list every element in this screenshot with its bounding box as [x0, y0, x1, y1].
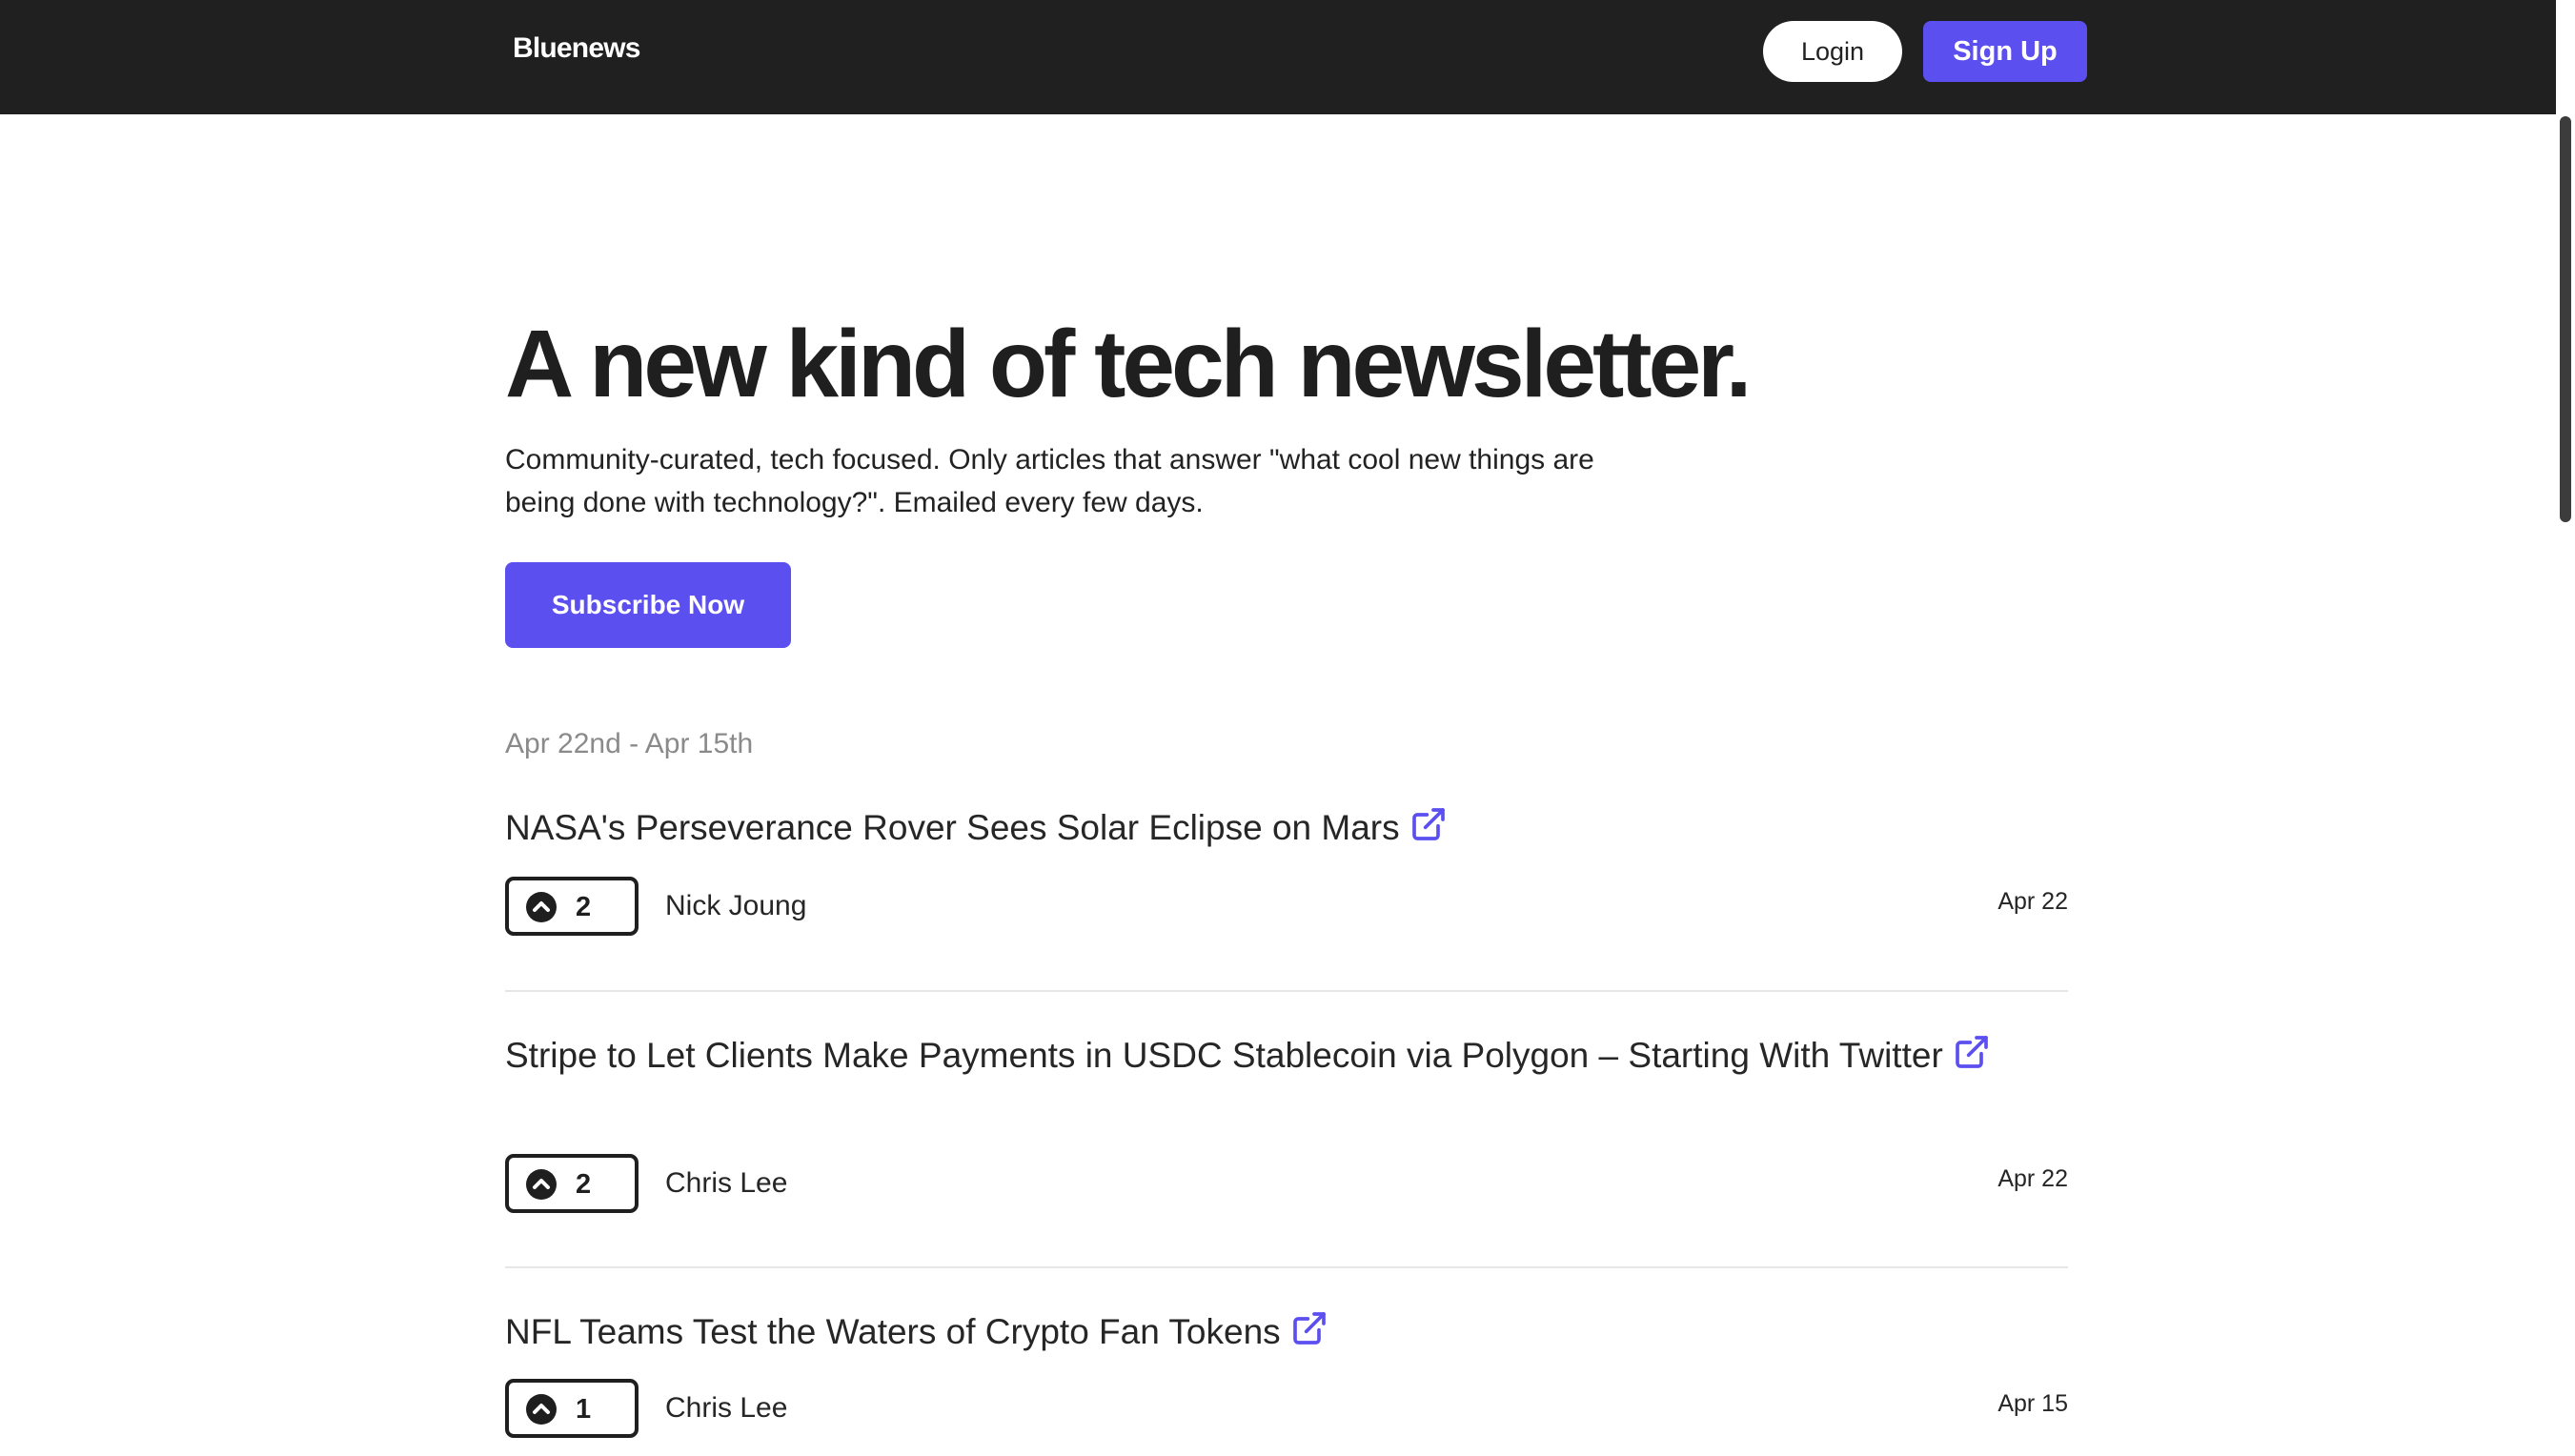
article-date: Apr 22 — [1997, 1165, 2068, 1192]
article-author: Nick Joung — [665, 890, 807, 921]
scrollbar-thumb[interactable] — [2560, 116, 2571, 522]
article-title-row: NASA's Perseverance Rover Sees Solar Ecl… — [505, 802, 1992, 854]
article-date: Apr 22 — [1997, 888, 2068, 915]
article-divider — [505, 1266, 2068, 1268]
external-link-icon[interactable] — [1953, 1033, 1991, 1071]
hero-title: A new kind of tech newsletter. — [505, 311, 1752, 417]
article-divider — [505, 990, 2068, 992]
upvote-button[interactable]: 2 — [505, 877, 639, 936]
article-title-link[interactable]: Stripe to Let Clients Make Payments in U… — [505, 1036, 1943, 1075]
vote-count: 1 — [576, 1394, 592, 1425]
login-button[interactable]: Login — [1763, 21, 1902, 82]
upvote-button[interactable]: 2 — [505, 1154, 639, 1213]
vote-count: 2 — [576, 892, 592, 922]
article-author: Chris Lee — [665, 1392, 788, 1424]
article-author: Chris Lee — [665, 1167, 788, 1199]
article-title-row: Stripe to Let Clients Make Payments in U… — [505, 1030, 1992, 1082]
article-title-link[interactable]: NFL Teams Test the Waters of Crypto Fan … — [505, 1312, 1281, 1351]
upvote-chevron-icon — [526, 1169, 557, 1200]
upvote-chevron-icon — [526, 1394, 557, 1425]
hero-subtitle: Community-curated, tech focused. Only ar… — [505, 444, 1594, 518]
vote-count: 2 — [576, 1169, 592, 1200]
upvote-button[interactable]: 1 — [505, 1379, 639, 1438]
article-date: Apr 15 — [1997, 1390, 2068, 1417]
external-link-icon[interactable] — [1290, 1309, 1328, 1347]
article-title-row: NFL Teams Test the Waters of Crypto Fan … — [505, 1306, 1992, 1358]
upvote-chevron-icon — [526, 892, 557, 922]
date-range-heading: Apr 22nd - Apr 15th — [505, 728, 754, 759]
subscribe-now-button[interactable]: Subscribe Now — [505, 562, 791, 648]
external-link-icon[interactable] — [1409, 805, 1448, 843]
signup-button[interactable]: Sign Up — [1923, 21, 2087, 82]
brand-logo[interactable]: Bluenews — [513, 32, 640, 65]
top-navbar: Bluenews Login Sign Up — [0, 0, 2575, 114]
article-title-link[interactable]: NASA's Perseverance Rover Sees Solar Ecl… — [505, 808, 1400, 847]
